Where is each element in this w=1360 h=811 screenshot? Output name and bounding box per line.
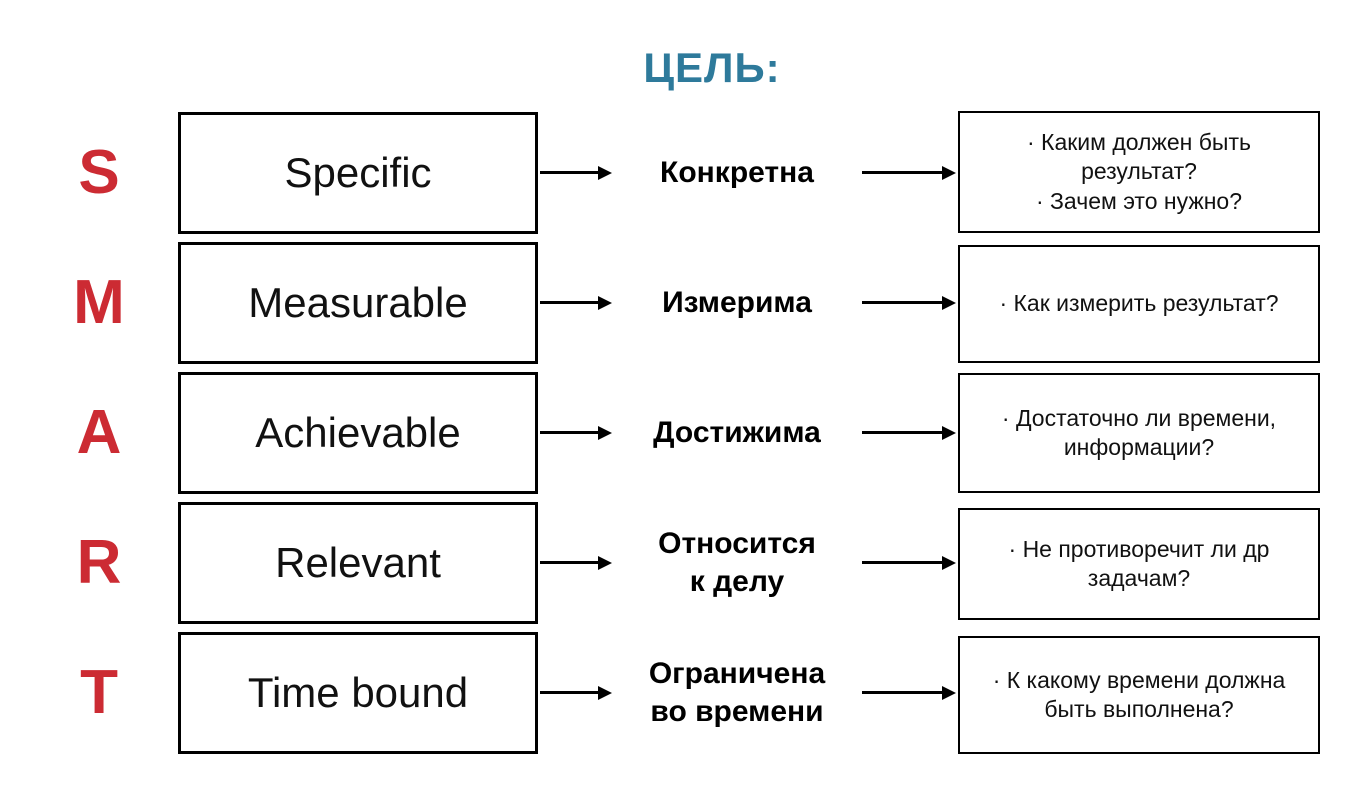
arrow-term-to-translation [540, 166, 612, 180]
arrow-head-icon [942, 166, 956, 180]
arrow-term-to-translation [540, 296, 612, 310]
question-list: · Не противоречит ли др задачам? [970, 535, 1308, 594]
term-label: Achievable [255, 409, 461, 456]
arrow-shaft-icon [540, 561, 600, 564]
question-item: · Как измерить результат? [999, 290, 1279, 317]
term-box-relevant[interactable]: Relevant [178, 502, 538, 624]
question-item: · К какому времени должна быть выполнена… [992, 666, 1286, 722]
diagram-row: S Specific Конкретна · Каким должен быть… [0, 108, 1360, 238]
translation-label-otnositsya-k-delu: Относится к делу [612, 498, 862, 628]
arrow-shaft-icon [862, 431, 944, 434]
question-list: · К какому времени должна быть выполнена… [970, 666, 1308, 725]
translation-label-konkretna: Конкретна [612, 108, 862, 238]
term-box-measurable[interactable]: Measurable [178, 242, 538, 364]
arrow-head-icon [942, 686, 956, 700]
arrow-head-icon [598, 166, 612, 180]
question-item: · Каким должен быть результат? [1027, 128, 1251, 185]
arrow-term-to-translation [540, 426, 612, 440]
question-list: · Как измерить результат? [970, 289, 1308, 318]
arrow-translation-to-questions [862, 166, 956, 180]
translation-label-dostizhima: Достижима [612, 368, 862, 498]
term-box-time-bound[interactable]: Time bound [178, 632, 538, 754]
arrow-shaft-icon [862, 691, 944, 694]
page-title: ЦЕЛЬ: [0, 44, 1360, 92]
question-box-relevant[interactable]: · Не противоречит ли др задачам? [958, 508, 1320, 620]
smart-letter-m: M [73, 268, 125, 337]
translation-label-ogranichena-vo-vremeni: Ограничена во времени [612, 628, 862, 758]
arrow-translation-to-questions [862, 556, 956, 570]
arrow-term-to-translation [540, 556, 612, 570]
page-title-text: ЦЕЛЬ: [643, 44, 781, 91]
arrow-shaft-icon [540, 431, 600, 434]
term-box-specific[interactable]: Specific [178, 112, 538, 234]
arrow-shaft-icon [862, 171, 944, 174]
arrow-head-icon [598, 296, 612, 310]
diagram-row: M Measurable Измерима · Как измерить рез… [0, 238, 1360, 368]
smart-letter-a: A [76, 398, 122, 467]
question-box-measurable[interactable]: · Как измерить результат? [958, 245, 1320, 363]
arrow-translation-to-questions [862, 426, 956, 440]
term-label: Time bound [247, 669, 469, 716]
translation-line-1: Измерима [662, 285, 812, 319]
question-box-time-bound[interactable]: · К какому времени должна быть выполнена… [958, 636, 1320, 754]
term-box-achievable[interactable]: Achievable [178, 372, 538, 494]
diagram-row: T Time bound Ограничена во времени · К к… [0, 628, 1360, 758]
arrow-term-to-translation [540, 686, 612, 700]
arrow-shaft-icon [540, 301, 600, 304]
arrow-head-icon [942, 426, 956, 440]
question-item: · Достаточно ли времени, информации? [1001, 404, 1277, 460]
translation-label-izmerima: Измерима [612, 238, 862, 368]
translation-line-2: во времени [650, 695, 824, 728]
diagram-row: R Relevant Относится к делу · Не противо… [0, 498, 1360, 628]
arrow-head-icon [942, 556, 956, 570]
arrow-shaft-icon [862, 561, 944, 564]
term-label: Specific [284, 149, 432, 196]
translation-line-2: к делу [689, 565, 785, 598]
arrow-translation-to-questions [862, 296, 956, 310]
arrow-shaft-icon [540, 691, 600, 694]
arrow-head-icon [598, 686, 612, 700]
arrow-shaft-icon [540, 171, 600, 174]
question-list: · Достаточно ли времени, информации? [970, 404, 1308, 463]
question-list: · Каким должен быть результат? · Зачем э… [970, 128, 1308, 216]
diagram-row: A Achievable Достижима · Достаточно ли в… [0, 368, 1360, 498]
arrow-head-icon [598, 556, 612, 570]
translation-line-1: Ограничена [648, 656, 826, 690]
arrow-head-icon [598, 426, 612, 440]
smart-goal-diagram: S Specific Конкретна · Каким должен быть… [0, 108, 1360, 758]
term-label: Measurable [248, 279, 468, 326]
translation-line-1: Относится [658, 526, 816, 560]
arrow-shaft-icon [862, 301, 944, 304]
question-box-achievable[interactable]: · Достаточно ли времени, информации? [958, 373, 1320, 493]
term-label: Relevant [275, 539, 441, 586]
smart-letter-s: S [78, 138, 120, 207]
translation-line-1: Конкретна [660, 155, 814, 189]
arrow-head-icon [942, 296, 956, 310]
smart-letter-r: R [76, 528, 122, 597]
smart-letter-t: T [80, 658, 118, 727]
question-item: · Зачем это нужно? [1035, 187, 1243, 214]
translation-line-1: Достижима [653, 415, 821, 449]
arrow-translation-to-questions [862, 686, 956, 700]
question-item: · Не противоречит ли др задачам? [1008, 535, 1270, 591]
question-box-specific[interactable]: · Каким должен быть результат? · Зачем э… [958, 111, 1320, 233]
